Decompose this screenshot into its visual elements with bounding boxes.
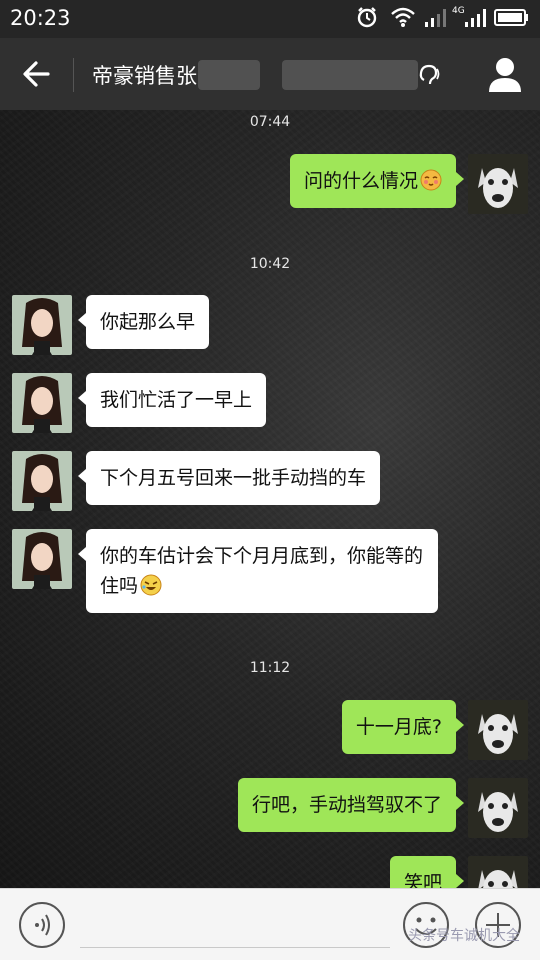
message-text: 十一月底? xyxy=(355,716,442,738)
message-text: 我们忙活了一早上 xyxy=(100,389,253,411)
message-text: 问的什么情况 xyxy=(303,170,418,192)
redacted-block xyxy=(282,60,418,90)
message-text: 行吧，手动挡驾驭不了 xyxy=(251,794,442,816)
message-bubble-outgoing[interactable]: 问的什么情况 xyxy=(289,154,465,208)
my-avatar[interactable] xyxy=(468,154,528,214)
contact-avatar[interactable] xyxy=(12,529,72,589)
input-bar: 头条号车诚机大全 xyxy=(0,888,540,960)
contact-avatar[interactable] xyxy=(12,451,72,511)
message-bubble-outgoing[interactable]: 十一月底? xyxy=(341,700,465,754)
timestamp: 07:44 xyxy=(249,114,291,130)
chat-title: 帝豪销售张 xyxy=(92,64,197,88)
voice-input-icon[interactable] xyxy=(18,901,66,949)
status-bar: 20:23 4G xyxy=(0,0,540,38)
chat-header: 帝豪销售张 xyxy=(0,38,540,110)
message-list[interactable]: 07:44 问的什么情况 10:42 你起那么早 我们忙活了一早上 下个月五号回… xyxy=(0,110,540,888)
message-text: 你起那么早 xyxy=(100,311,196,333)
message-text: 下个月五号回来一批手动挡的车 xyxy=(100,467,367,489)
signal-icon-2 xyxy=(465,9,486,27)
face-emoji-icon xyxy=(420,169,442,191)
timestamp: 10:42 xyxy=(249,256,291,272)
battery-icon xyxy=(494,9,528,26)
redacted-block xyxy=(198,60,260,90)
laugh-emoji-icon xyxy=(140,574,162,596)
my-avatar[interactable] xyxy=(468,856,528,888)
my-avatar[interactable] xyxy=(468,778,528,838)
message-input[interactable] xyxy=(80,947,390,948)
message-bubble-incoming[interactable]: 你起那么早 xyxy=(77,295,210,349)
profile-icon[interactable] xyxy=(486,54,524,94)
network-type-label: 4G xyxy=(452,6,465,16)
message-bubble-incoming[interactable]: 下个月五号回来一批手动挡的车 xyxy=(77,451,381,505)
watermark: 头条号车诚机大全 xyxy=(408,928,520,944)
back-arrow-icon[interactable] xyxy=(18,56,54,92)
status-time: 20:23 xyxy=(10,6,71,30)
message-bubble-outgoing[interactable]: 行吧，手动挡驾驭不了 xyxy=(237,778,465,832)
my-avatar[interactable] xyxy=(468,700,528,760)
wifi-icon xyxy=(391,7,415,27)
contact-avatar[interactable] xyxy=(12,373,72,433)
message-text: 笑吧 xyxy=(403,872,442,888)
timestamp: 11:12 xyxy=(249,660,291,676)
signal-icon-1 xyxy=(425,9,446,27)
message-bubble-incoming[interactable]: 我们忙活了一早上 xyxy=(77,373,267,427)
contact-avatar[interactable] xyxy=(12,295,72,355)
message-bubble-outgoing[interactable]: 笑吧 xyxy=(389,856,465,888)
header-divider xyxy=(73,58,74,92)
message-bubble-incoming[interactable]: 你的车估计会下个月月底到，你能等的住吗 xyxy=(78,529,438,613)
earpiece-mode-icon xyxy=(419,64,440,85)
alarm-icon xyxy=(357,7,377,28)
